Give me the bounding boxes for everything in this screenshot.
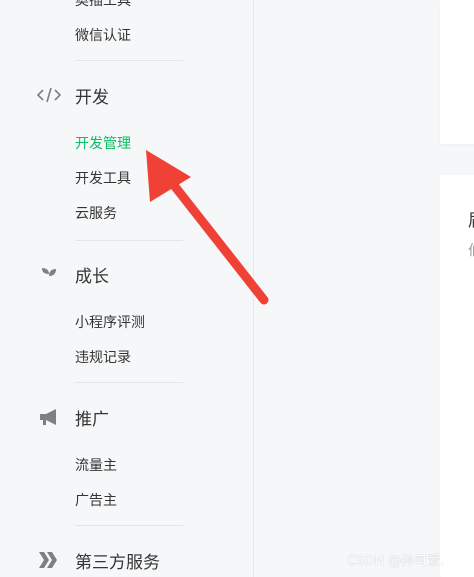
- megaphone-icon: [37, 405, 61, 429]
- sidebar-divider: [75, 382, 183, 383]
- card-subtitle: 伯: [468, 240, 474, 260]
- content-card: [440, 0, 474, 144]
- sidebar-section-label: 第三方服务: [75, 552, 160, 573]
- sidebar-section-growth[interactable]: 成长: [37, 262, 109, 287]
- sidebar-item-violation-records[interactable]: 违规记录: [75, 349, 131, 367]
- sidebar-item-plugin-tools[interactable]: 奥插工具: [75, 0, 131, 10]
- sidebar-section-label: 成长: [75, 266, 109, 287]
- sidebar-item-miniprogram-review[interactable]: 小程序评测: [75, 314, 145, 332]
- sidebar-item-dev-tools[interactable]: 开发工具: [75, 170, 131, 188]
- sidebar-section-promotion[interactable]: 推广: [37, 405, 109, 430]
- sidebar-item-advertiser[interactable]: 广告主: [75, 492, 117, 510]
- sprout-icon: [37, 262, 61, 286]
- watermark: CSDN @孙可爱.: [347, 554, 445, 569]
- sidebar-section-label: 开发: [75, 87, 109, 108]
- sidebar-item-wechat-certification[interactable]: 微信认证: [75, 27, 131, 45]
- sidebar-section-develop[interactable]: 开发: [37, 83, 109, 108]
- sidebar-item-dev-management[interactable]: 开发管理: [75, 135, 131, 153]
- sidebar-divider: [75, 60, 183, 61]
- sidebar-section-label: 推广: [75, 409, 109, 430]
- sidebar-divider: [75, 525, 183, 526]
- sidebar-item-traffic-owner[interactable]: 流量主: [75, 457, 117, 475]
- card-title: 届: [468, 206, 474, 231]
- code-icon: [37, 83, 61, 107]
- sidebar-section-third-party[interactable]: 第三方服务: [37, 548, 160, 573]
- main-content: 届 伯: [254, 0, 474, 577]
- third-party-icon: [37, 548, 61, 572]
- content-card: [440, 175, 474, 577]
- sidebar-item-cloud-service[interactable]: 云服务: [75, 205, 117, 223]
- sidebar-divider: [75, 240, 183, 241]
- sidebar: 奥插工具 微信认证 开发 开发管理 开发工具 云服务 成长 小程序评测 违规记录: [0, 0, 253, 577]
